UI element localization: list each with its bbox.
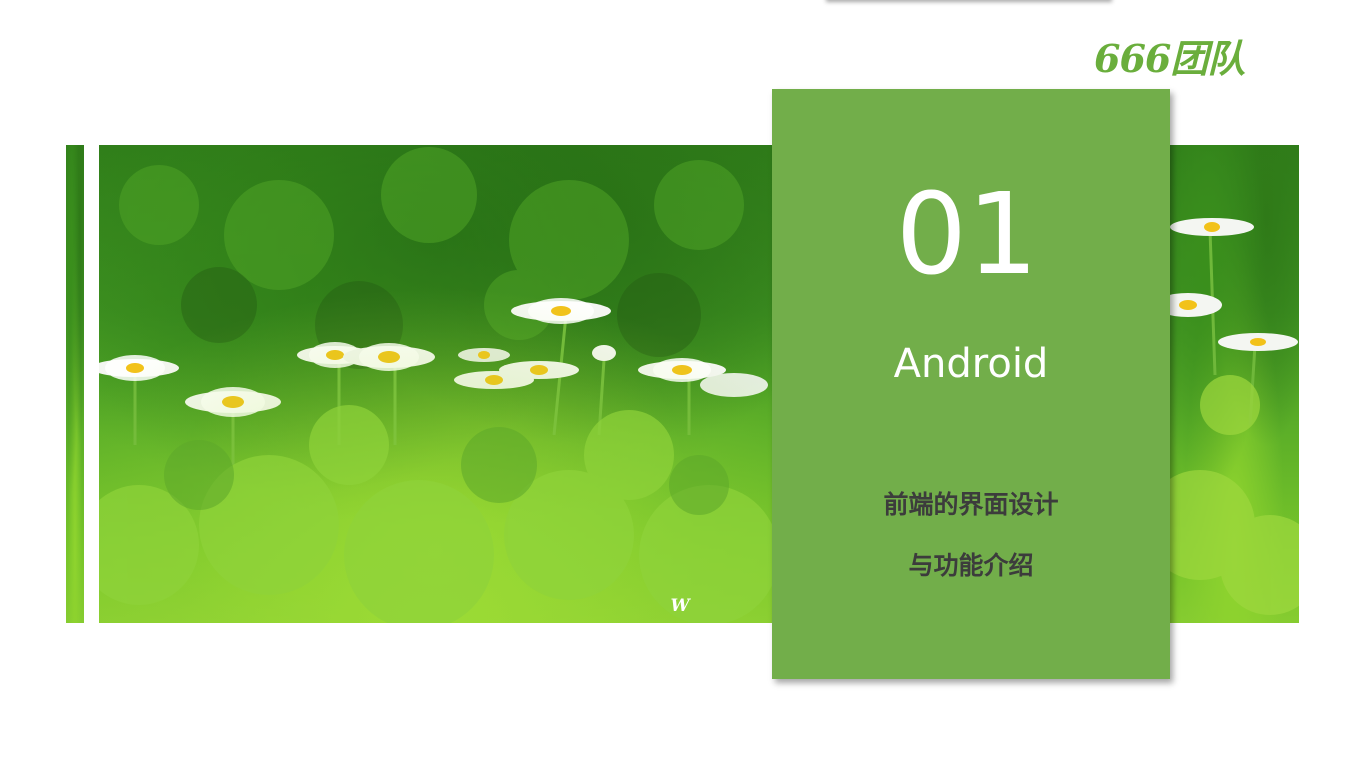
section-title: Android <box>893 341 1049 387</box>
section-subtitle-line2: 与功能介绍 <box>908 551 1034 580</box>
daisy-flowers-illustration <box>99 145 772 623</box>
daisy-photo: W <box>99 145 772 623</box>
section-card: 01 Android 前端的界面设计 与功能介绍 <box>772 89 1170 679</box>
photo-strip-left <box>66 145 84 623</box>
photo-right-edge <box>1170 145 1299 623</box>
daisy-flowers-right-illustration <box>1170 218 1299 615</box>
section-subtitle-line1: 前端的界面设计 <box>883 490 1059 519</box>
team-logo: 666团队 <box>1094 36 1245 81</box>
watermark-logo: W <box>670 596 690 616</box>
section-number: 01 <box>895 170 1039 300</box>
